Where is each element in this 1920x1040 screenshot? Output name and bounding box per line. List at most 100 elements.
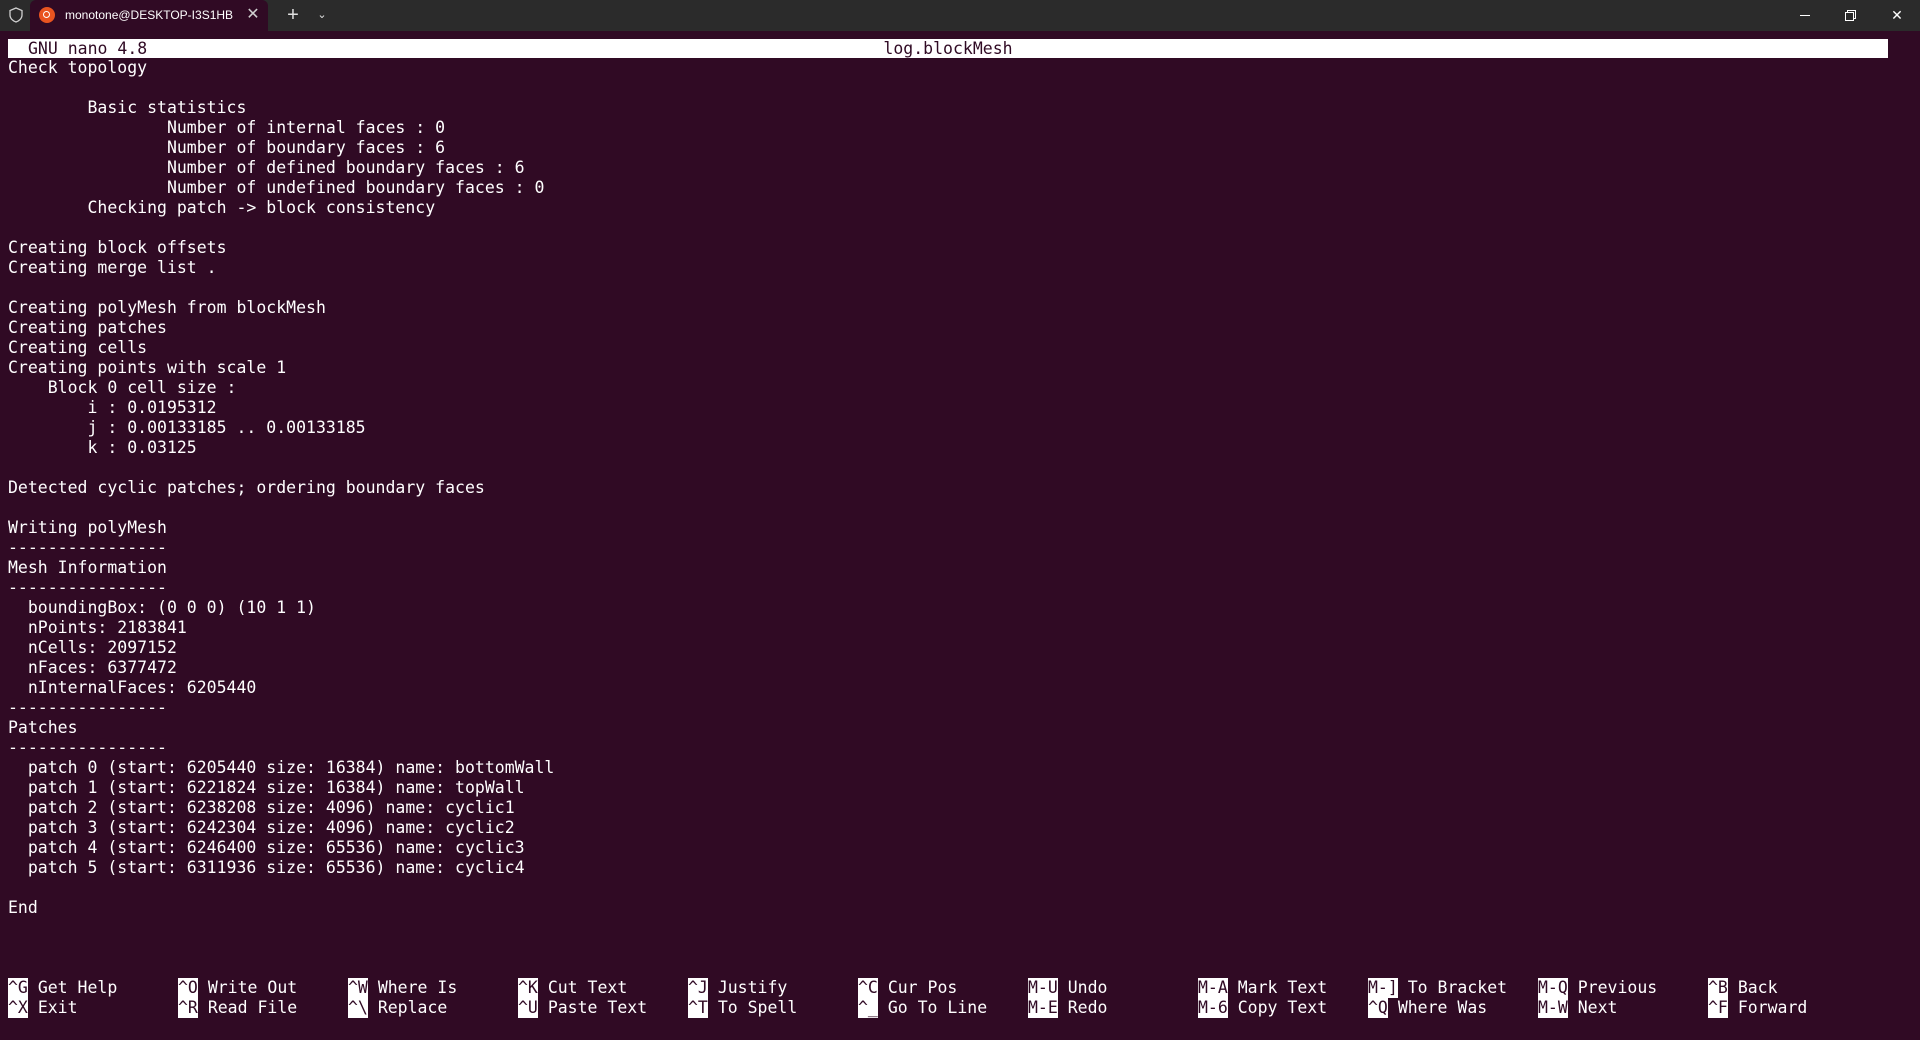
buffer-line: k : 0.03125 bbox=[8, 438, 197, 457]
shortcut-label: Go To Line bbox=[887, 998, 988, 1017]
buffer-line bbox=[8, 498, 1888, 518]
shortcut-label: Paste Text bbox=[547, 998, 648, 1017]
shortcut-label: Read File bbox=[207, 998, 298, 1017]
shortcut-read-file: ^R Read File bbox=[178, 998, 297, 1018]
minimize-button[interactable] bbox=[1782, 0, 1828, 31]
shortcut-cur-pos: ^C Cur Pos bbox=[858, 978, 957, 998]
buffer-line: ---------------- bbox=[8, 578, 167, 597]
buffer-line: boundingBox: (0 0 0) (10 1 1) bbox=[8, 598, 316, 617]
buffer-line bbox=[8, 78, 1888, 98]
shortcut-key: ^O bbox=[178, 978, 198, 998]
buffer-line: Basic statistics bbox=[8, 98, 247, 117]
buffer-line: Creating patches bbox=[8, 318, 167, 337]
shortcut-copy-text: M-6 Copy Text bbox=[1198, 998, 1327, 1018]
buffer-line: Creating merge list . bbox=[8, 258, 217, 277]
tab-dropdown-chevron-icon[interactable]: ⌄ bbox=[312, 5, 332, 25]
shortcut-redo: M-E Redo bbox=[1028, 998, 1108, 1018]
shortcut-key: ^\ bbox=[348, 998, 368, 1018]
shortcut-cut-text: ^K Cut Text bbox=[518, 978, 627, 998]
shortcut-undo: M-U Undo bbox=[1028, 978, 1108, 998]
shortcut-get-help: ^G Get Help bbox=[8, 978, 117, 998]
shortcut-label: Where Was bbox=[1397, 998, 1488, 1017]
shortcut-label: Copy Text bbox=[1237, 998, 1328, 1017]
buffer-line bbox=[8, 218, 1888, 238]
shortcut-label: Get Help bbox=[37, 978, 118, 997]
shortcut-key: ^C bbox=[858, 978, 878, 998]
shortcut-key: M-W bbox=[1538, 998, 1568, 1018]
shortcut-key: ^G bbox=[8, 978, 28, 998]
shortcut-previous: M-Q Previous bbox=[1538, 978, 1657, 998]
shortcut-label: Exit bbox=[37, 998, 78, 1017]
shortcut-label: Cur Pos bbox=[887, 978, 958, 997]
shortcut-paste-text: ^U Paste Text bbox=[518, 998, 647, 1018]
buffer-line: Number of defined boundary faces : 6 bbox=[8, 158, 525, 177]
shortcut-where-is: ^W Where Is bbox=[348, 978, 457, 998]
shortcut-key: ^Q bbox=[1368, 998, 1388, 1018]
shortcut-key: ^T bbox=[688, 998, 708, 1018]
buffer-line: patch 0 (start: 6205440 size: 16384) nam… bbox=[8, 758, 555, 777]
new-tab-button[interactable]: + bbox=[280, 3, 306, 27]
shortcut-key: M-E bbox=[1028, 998, 1058, 1018]
shortcut-label: Mark Text bbox=[1237, 978, 1328, 997]
nano-header-bar: log.blockMesh GNU nano 4.8 bbox=[8, 39, 1888, 58]
nano-shortcut-bar: ^G Get Help ^O Write Out ^W Where Is ^K Cut… bbox=[8, 978, 1898, 1018]
buffer-line: nCells: 2097152 bbox=[8, 638, 177, 657]
tab-title: monotone@DESKTOP-I3S1HB bbox=[65, 8, 234, 22]
buffer-line: patch 2 (start: 6238208 size: 4096) name… bbox=[8, 798, 515, 817]
buffer-line: Detected cyclic patches; ordering bounda… bbox=[8, 478, 485, 497]
shortcut-exit: ^X Exit bbox=[8, 998, 78, 1018]
minimize-icon bbox=[1800, 15, 1810, 16]
shield-icon[interactable] bbox=[8, 7, 24, 23]
shortcut-replace: ^\ Replace bbox=[348, 998, 447, 1018]
buffer-line: Patches bbox=[8, 718, 78, 737]
shortcut-forward: ^F Forward bbox=[1708, 998, 1807, 1018]
nano-version: GNU nano 4.8 bbox=[28, 39, 148, 58]
shortcut-label: Justify bbox=[717, 978, 788, 997]
buffer-line: Creating cells bbox=[8, 338, 148, 357]
buffer-line: Creating points with scale 1 bbox=[8, 358, 287, 377]
close-window-button[interactable]: ✕ bbox=[1874, 0, 1920, 31]
buffer-line: Creating block offsets bbox=[8, 238, 227, 257]
buffer-line: Checking patch -> block consistency bbox=[8, 198, 436, 217]
shortcut-key: ^U bbox=[518, 998, 538, 1018]
shortcut-mark-text: M-A Mark Text bbox=[1198, 978, 1327, 998]
buffer-line: Number of boundary faces : 6 bbox=[8, 138, 446, 157]
editor-buffer[interactable]: Check topology Basic statistics Number o… bbox=[8, 58, 1888, 978]
shortcut-justify: ^J Justify bbox=[688, 978, 787, 998]
tab-close-icon[interactable]: ✕ bbox=[243, 5, 263, 25]
nano-filename: log.blockMesh bbox=[883, 39, 1013, 58]
shortcut-label: Back bbox=[1737, 978, 1778, 997]
shortcut-label: Redo bbox=[1067, 998, 1108, 1017]
close-icon: ✕ bbox=[1891, 7, 1903, 23]
shortcut-go-to-line: ^_ Go To Line bbox=[858, 998, 987, 1018]
buffer-line: j : 0.00133185 .. 0.00133185 bbox=[8, 418, 366, 437]
shortcut-write-out: ^O Write Out bbox=[178, 978, 297, 998]
buffer-line: ---------------- bbox=[8, 538, 167, 557]
buffer-line: patch 3 (start: 6242304 size: 4096) name… bbox=[8, 818, 515, 837]
buffer-line: Number of undefined boundary faces : 0 bbox=[8, 178, 545, 197]
buffer-line bbox=[8, 878, 1888, 898]
shortcut-to-spell: ^T To Spell bbox=[688, 998, 797, 1018]
buffer-line: patch 5 (start: 6311936 size: 65536) nam… bbox=[8, 858, 525, 877]
buffer-line bbox=[8, 278, 1888, 298]
buffer-line: Creating polyMesh from blockMesh bbox=[8, 298, 326, 317]
buffer-line: ---------------- bbox=[8, 738, 167, 757]
shortcut-to-bracket: M-] To Bracket bbox=[1368, 978, 1507, 998]
shortcut-label: Replace bbox=[377, 998, 448, 1017]
shortcut-key: M-6 bbox=[1198, 998, 1228, 1018]
buffer-line: nPoints: 2183841 bbox=[8, 618, 187, 637]
shortcut-key: ^X bbox=[8, 998, 28, 1018]
shortcut-key: ^J bbox=[688, 978, 708, 998]
buffer-line: Check topology bbox=[8, 58, 148, 77]
shortcut-key: M-A bbox=[1198, 978, 1228, 998]
buffer-line bbox=[8, 458, 1888, 478]
shortcut-label: Previous bbox=[1577, 978, 1658, 997]
buffer-line: End bbox=[8, 898, 38, 917]
terminal-area[interactable]: log.blockMesh GNU nano 4.8 Check topolog… bbox=[0, 31, 1920, 1040]
shortcut-key: M-] bbox=[1368, 978, 1398, 998]
terminal-tab[interactable]: monotone@DESKTOP-I3S1HB ✕ bbox=[30, 0, 268, 31]
buffer-line: nFaces: 6377472 bbox=[8, 658, 177, 677]
restore-button[interactable] bbox=[1828, 0, 1874, 31]
shortcut-label: Write Out bbox=[207, 978, 298, 997]
buffer-line: i : 0.0195312 bbox=[8, 398, 217, 417]
